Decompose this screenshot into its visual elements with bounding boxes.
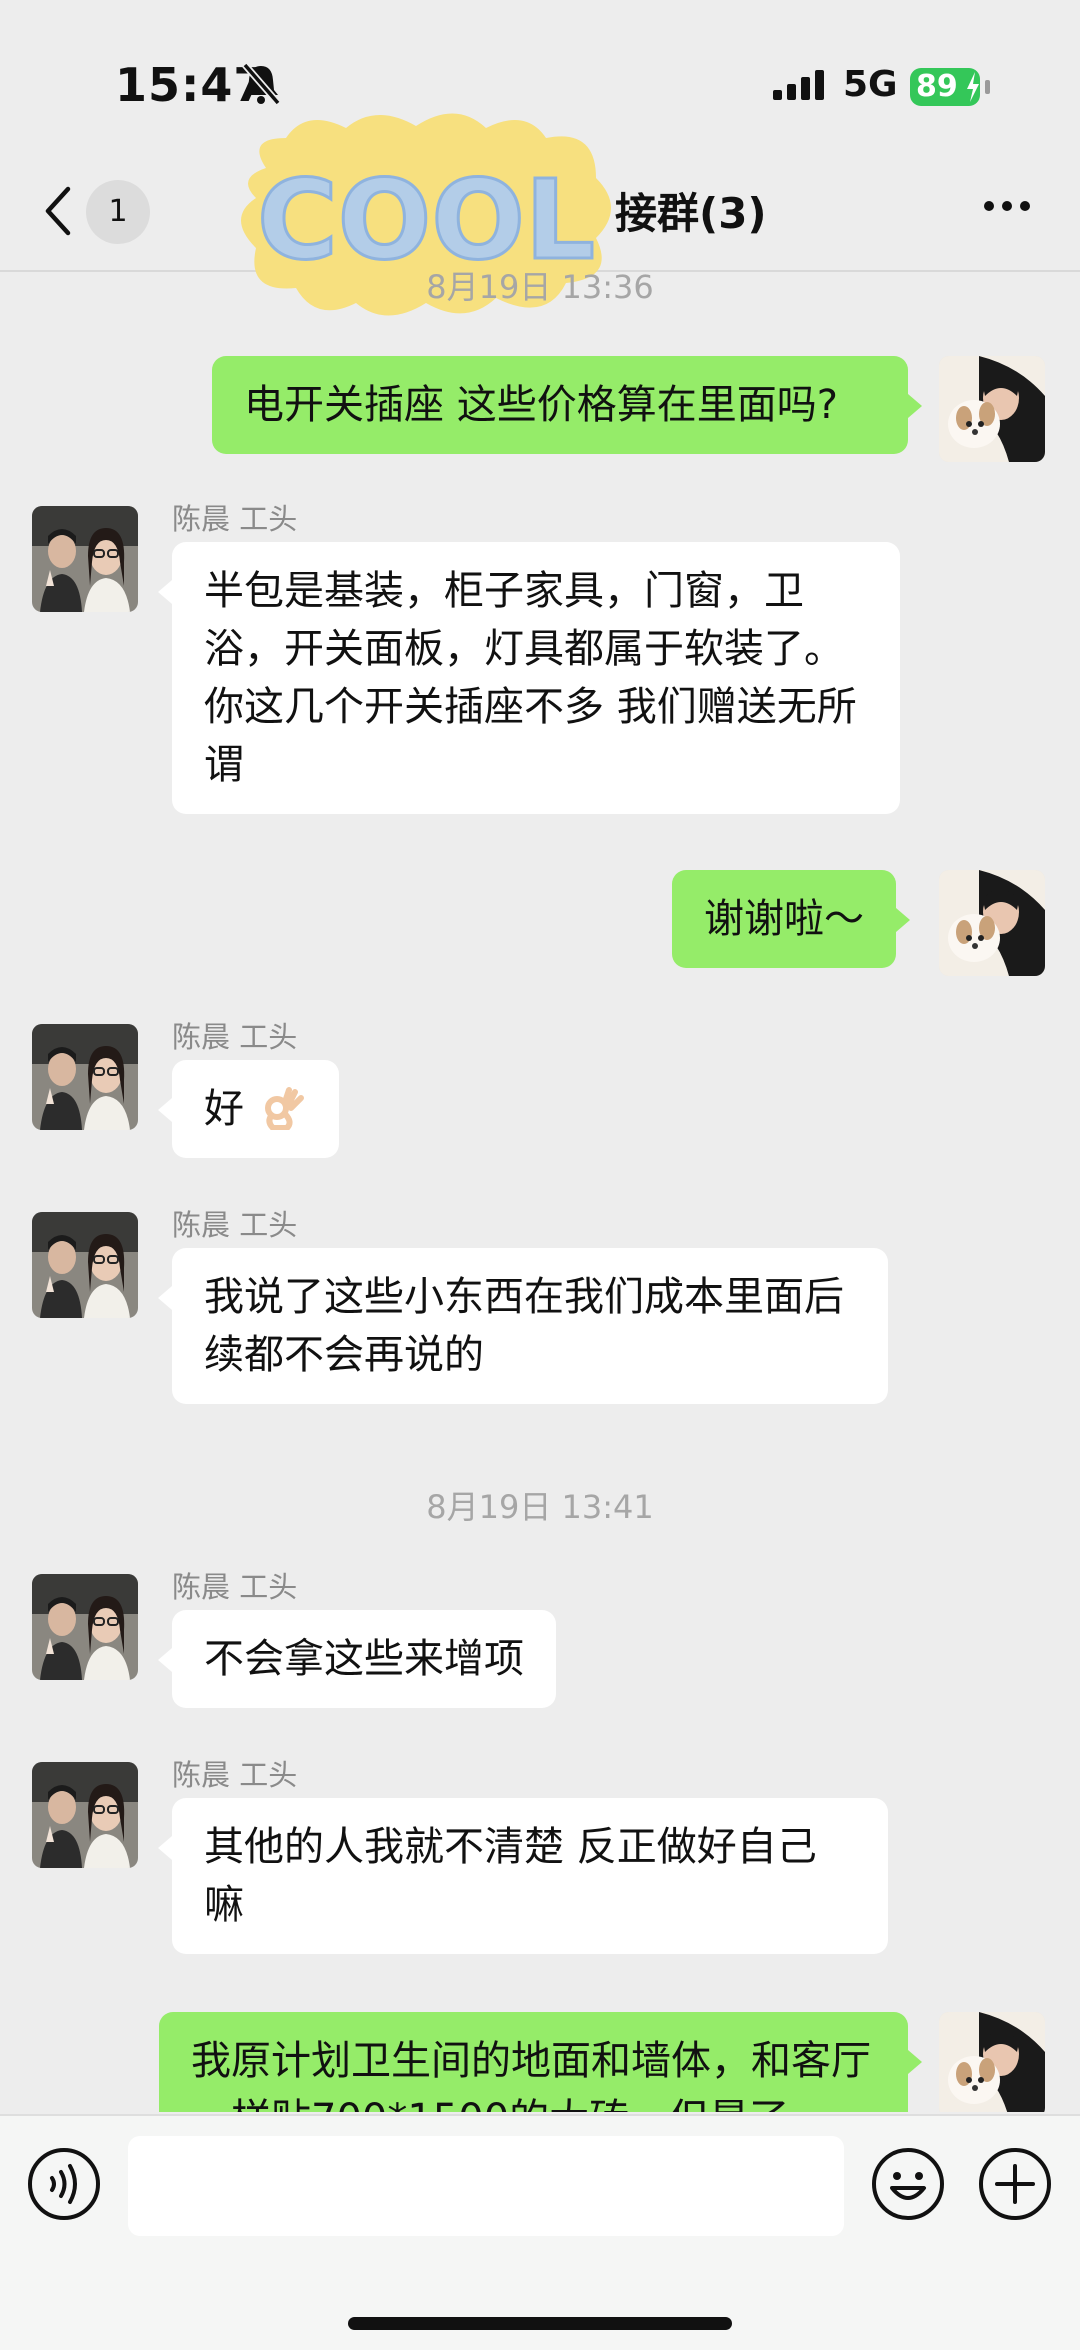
chat-header: 1 接群(3) COOL — [0, 113, 1080, 316]
message-bubble-incoming[interactable]: 我说了这些小东西在我们成本里面后续都不会再说的 — [158, 1248, 888, 1404]
message-bubble-incoming[interactable]: 不会拿这些来增项 — [158, 1610, 556, 1708]
sender-avatar[interactable] — [32, 1212, 138, 1318]
voice-input-icon[interactable] — [26, 2146, 102, 2222]
signal-icon — [773, 70, 824, 100]
network-type: 5G — [843, 64, 898, 105]
sender-name: 陈晨 工头 — [172, 1758, 298, 1792]
input-bar — [0, 2114, 1080, 2350]
emoji-icon[interactable] — [870, 2146, 946, 2222]
message-bubble-incoming[interactable]: 好 — [158, 1060, 339, 1158]
message-text: 好 — [204, 1086, 244, 1132]
my-avatar[interactable] — [939, 870, 1045, 976]
timestamp: 8月19日 13:36 — [426, 272, 654, 306]
battery-level: 89 — [916, 69, 958, 104]
my-avatar[interactable] — [939, 356, 1045, 462]
my-avatar[interactable] — [939, 2012, 1045, 2112]
sticker-text: COOL — [257, 156, 595, 284]
message-bubble-outgoing[interactable]: 谢谢啦～ — [672, 870, 910, 968]
message-input[interactable] — [128, 2136, 844, 2236]
message-bubble-outgoing[interactable]: 我原计划卫生间的地面和墙体，和客厅一样贴700*1500的大砖，但是了 — [159, 2012, 922, 2112]
more-options-icon[interactable] — [982, 198, 1032, 214]
sender-avatar[interactable] — [32, 1574, 138, 1680]
sender-name: 陈晨 工头 — [172, 502, 298, 536]
sender-avatar[interactable] — [32, 1762, 138, 1868]
plus-icon[interactable] — [977, 2146, 1053, 2222]
sender-avatar[interactable] — [32, 506, 138, 612]
message-bubble-outgoing[interactable]: 电开关插座 这些价格算在里面吗? — [212, 356, 922, 454]
back-chevron-icon[interactable] — [40, 185, 76, 237]
sender-name: 陈晨 工头 — [172, 1570, 298, 1604]
sender-name: 陈晨 工头 — [172, 1208, 298, 1242]
battery-indicator: 89 — [910, 68, 990, 106]
unread-count-badge[interactable]: 1 — [86, 180, 150, 244]
message-bubble-incoming[interactable]: 半包是基装，柜子家具，门窗，卫浴，开关面板，灯具都属于软装了。你这几个开关插座不… — [158, 542, 900, 814]
charging-icon — [967, 72, 979, 102]
battery-nub — [985, 80, 990, 94]
chat-title: 接群(3) — [615, 189, 767, 238]
message-bubble-incoming[interactable]: 其他的人我就不清楚 反正做好自己嘛 — [158, 1798, 888, 1954]
sender-name: 陈晨 工头 — [172, 1020, 298, 1054]
sender-avatar[interactable] — [32, 1024, 138, 1130]
message-list[interactable]: 8月19日 13:36 电开关插座 这些价格算在里面吗? 陈晨 工头 半包是基装… — [0, 272, 1080, 2112]
home-indicator — [348, 2317, 732, 2330]
ok-hand-emoji-icon — [264, 1087, 304, 1131]
timestamp: 8月19日 13:41 — [426, 1488, 654, 1526]
